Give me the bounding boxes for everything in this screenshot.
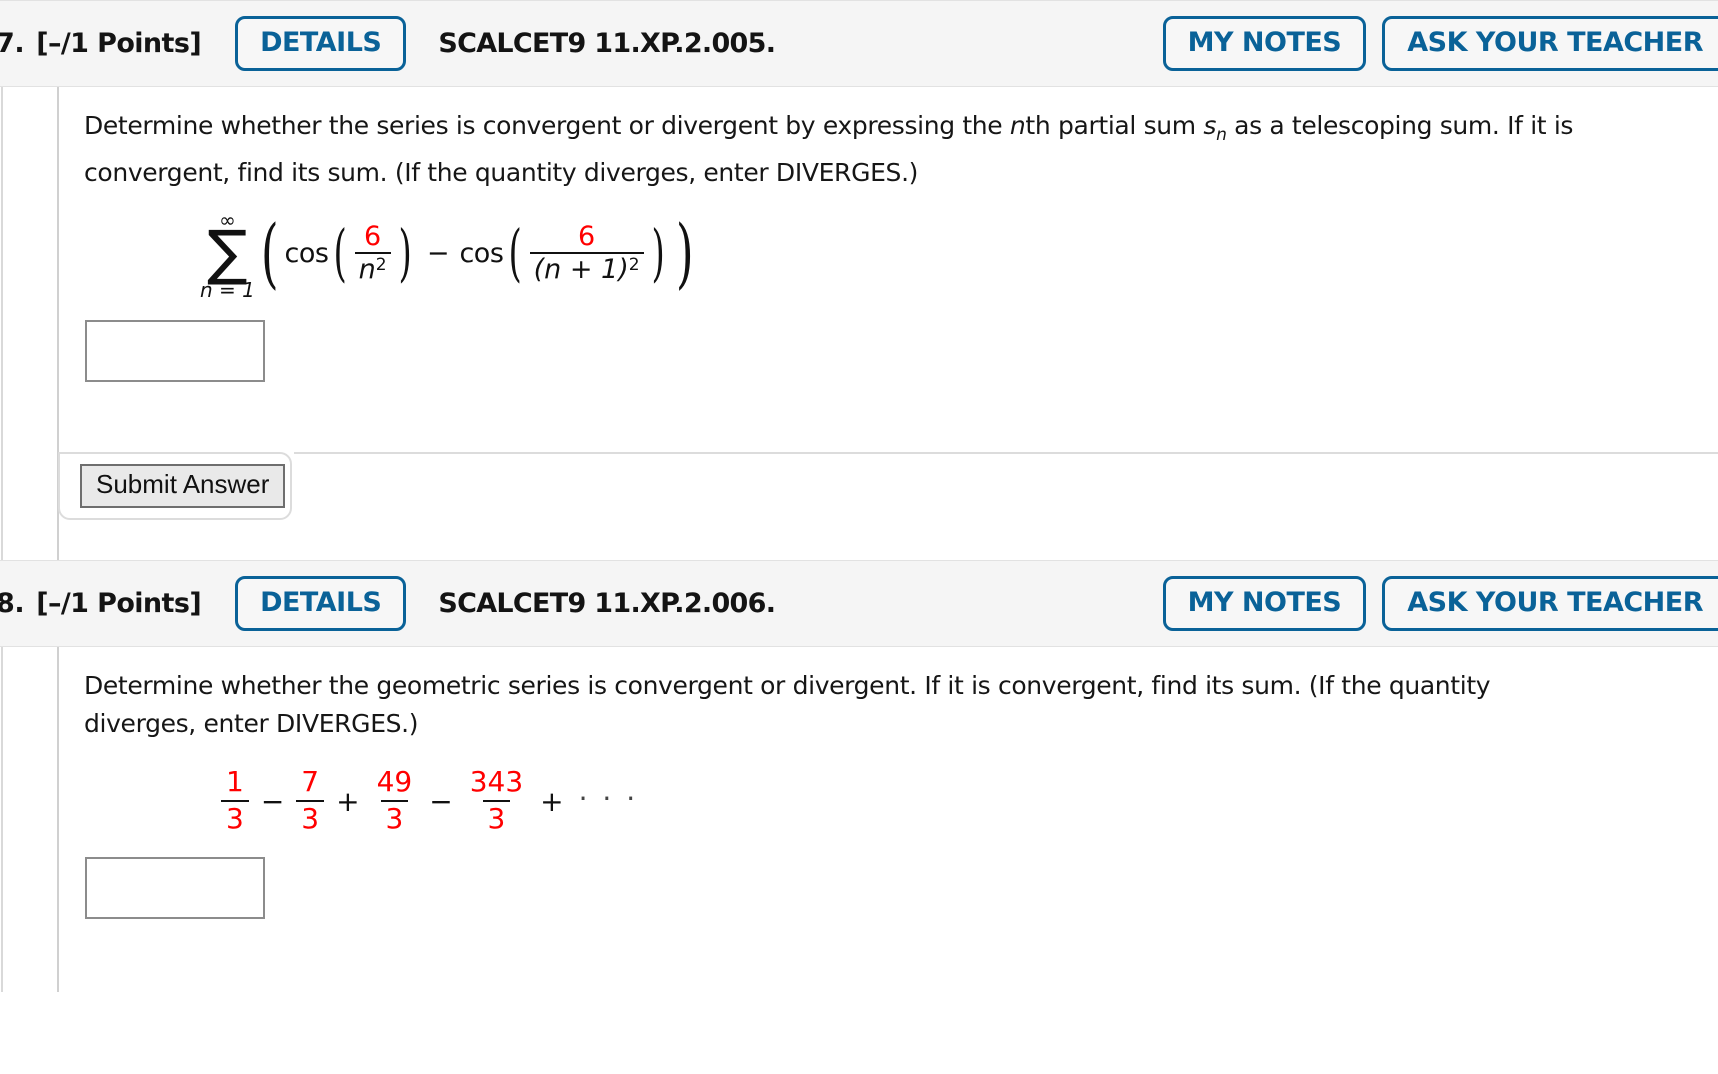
details-button-7[interactable]: DETAILS bbox=[235, 16, 407, 71]
problem-8-header: 8. [–/1 Points] DETAILS SCALCET9 11.XP.2… bbox=[0, 560, 1718, 647]
question-symbol-s: s bbox=[1203, 111, 1217, 140]
my-notes-button-7[interactable]: MY NOTES bbox=[1162, 16, 1367, 71]
cos-function-2: cos bbox=[459, 237, 504, 269]
problem-8-question-text: Determine whether the geometric series i… bbox=[84, 671, 1491, 738]
answer-input-7[interactable] bbox=[85, 320, 265, 382]
series-term-4: 343 3 bbox=[465, 765, 528, 835]
outer-paren-open: ( bbox=[260, 207, 279, 297]
series-term-2-denominator: 3 bbox=[296, 799, 325, 835]
outer-paren-close: ) bbox=[675, 207, 694, 297]
series-term-2: 7 3 bbox=[296, 765, 325, 835]
series-trailing-operator: + bbox=[540, 785, 564, 819]
question-text-part2: th partial sum bbox=[1025, 111, 1204, 140]
fraction-1-den-exponent: 2 bbox=[375, 255, 387, 275]
problem-7-body: Determine whether the series is converge… bbox=[0, 87, 1718, 560]
fraction-2-den-base: (n + 1) bbox=[533, 254, 629, 285]
series-operator-3: − bbox=[429, 785, 453, 819]
submit-answer-button-7[interactable]: Submit Answer bbox=[80, 464, 286, 508]
series-operator-1: − bbox=[260, 785, 285, 819]
problem-7-number: 7. bbox=[0, 28, 25, 59]
series-operator-2: + bbox=[336, 785, 360, 819]
left-rule-inner bbox=[57, 647, 59, 992]
inner-paren-open-2: ( bbox=[508, 215, 523, 289]
series-term-3-denominator: 3 bbox=[380, 799, 409, 835]
fraction-2-numerator: 6 bbox=[577, 220, 596, 252]
problem-8-number: 8. bbox=[0, 588, 25, 619]
problem-8-body: Determine whether the geometric series i… bbox=[0, 647, 1718, 992]
question-subscript-n: n bbox=[1216, 125, 1227, 145]
series-term-4-denominator: 3 bbox=[482, 799, 511, 835]
inner-paren-close-2: ) bbox=[651, 215, 665, 289]
minus-operator: − bbox=[426, 237, 450, 269]
problem-8-code: SCALCET9 11.XP.2.006. bbox=[438, 588, 776, 619]
my-notes-button-8[interactable]: MY NOTES bbox=[1162, 576, 1367, 631]
series-term-1-numerator: 1 bbox=[226, 765, 244, 798]
submit-panel-7: Submit Answer bbox=[58, 452, 1718, 520]
series-term-1-denominator: 3 bbox=[221, 799, 249, 835]
series-term-4-numerator: 343 bbox=[469, 765, 524, 798]
problem-7-points: [–/1 Points] bbox=[36, 28, 202, 59]
series-term-3: 49 3 bbox=[372, 765, 418, 835]
fraction-2-den-exponent: 2 bbox=[628, 255, 640, 275]
cos-function-1: cos bbox=[284, 237, 329, 269]
series-term-3-numerator: 49 bbox=[376, 765, 413, 798]
ask-your-teacher-button-8[interactable]: ASK YOUR TEACHER bbox=[1382, 576, 1718, 631]
fraction-1-denominator: n2 bbox=[354, 252, 391, 285]
problem-7-formula: ∞ ∑ n = 1 ( cos ( 6 n2 ) − cos ( 6 (n + … bbox=[0, 192, 1718, 300]
details-button-8[interactable]: DETAILS bbox=[235, 576, 407, 631]
problem-8-formula: 1 3 − 7 3 + 49 3 − 343 3 + · · · bbox=[0, 743, 1718, 835]
problem-7-question-text: Determine whether the series is converge… bbox=[0, 87, 1664, 192]
inner-paren-open-1: ( bbox=[333, 215, 348, 289]
fraction-1: 6 n2 bbox=[354, 220, 391, 285]
submit-panel-rail bbox=[294, 452, 1718, 454]
fraction-2: 6 (n + 1)2 bbox=[529, 220, 644, 285]
sigma-icon: ∑ bbox=[207, 218, 248, 288]
problem-8: 8. [–/1 Points] DETAILS SCALCET9 11.XP.2… bbox=[0, 560, 1718, 992]
problem-7-code: SCALCET9 11.XP.2.005. bbox=[438, 28, 776, 59]
question-text-part1: Determine whether the series is converge… bbox=[84, 111, 1010, 140]
left-rule-outer bbox=[1, 87, 3, 560]
summation-lower-limit: n = 1 bbox=[200, 278, 255, 302]
question-italic-n: n bbox=[1009, 111, 1026, 140]
problem-7-header: 7. [–/1 Points] DETAILS SCALCET9 11.XP.2… bbox=[0, 0, 1718, 87]
answer-input-8[interactable] bbox=[85, 856, 265, 919]
ask-your-teacher-button-7[interactable]: ASK YOUR TEACHER bbox=[1382, 16, 1718, 71]
series-ellipsis: · · · bbox=[578, 782, 639, 816]
fraction-1-numerator: 6 bbox=[364, 220, 382, 252]
series-term-2-numerator: 7 bbox=[301, 765, 320, 798]
problem-8-points: [–/1 Points] bbox=[36, 588, 202, 619]
series-term-1: 1 3 bbox=[221, 765, 249, 835]
fraction-1-den-base: n bbox=[358, 254, 376, 285]
problem-7: 7. [–/1 Points] DETAILS SCALCET9 11.XP.2… bbox=[0, 0, 1718, 560]
inner-paren-close-1: ) bbox=[398, 215, 412, 289]
fraction-2-denominator: (n + 1)2 bbox=[529, 252, 644, 285]
left-rule-outer bbox=[1, 647, 3, 992]
summation-symbol: ∞ ∑ n = 1 bbox=[200, 210, 255, 300]
